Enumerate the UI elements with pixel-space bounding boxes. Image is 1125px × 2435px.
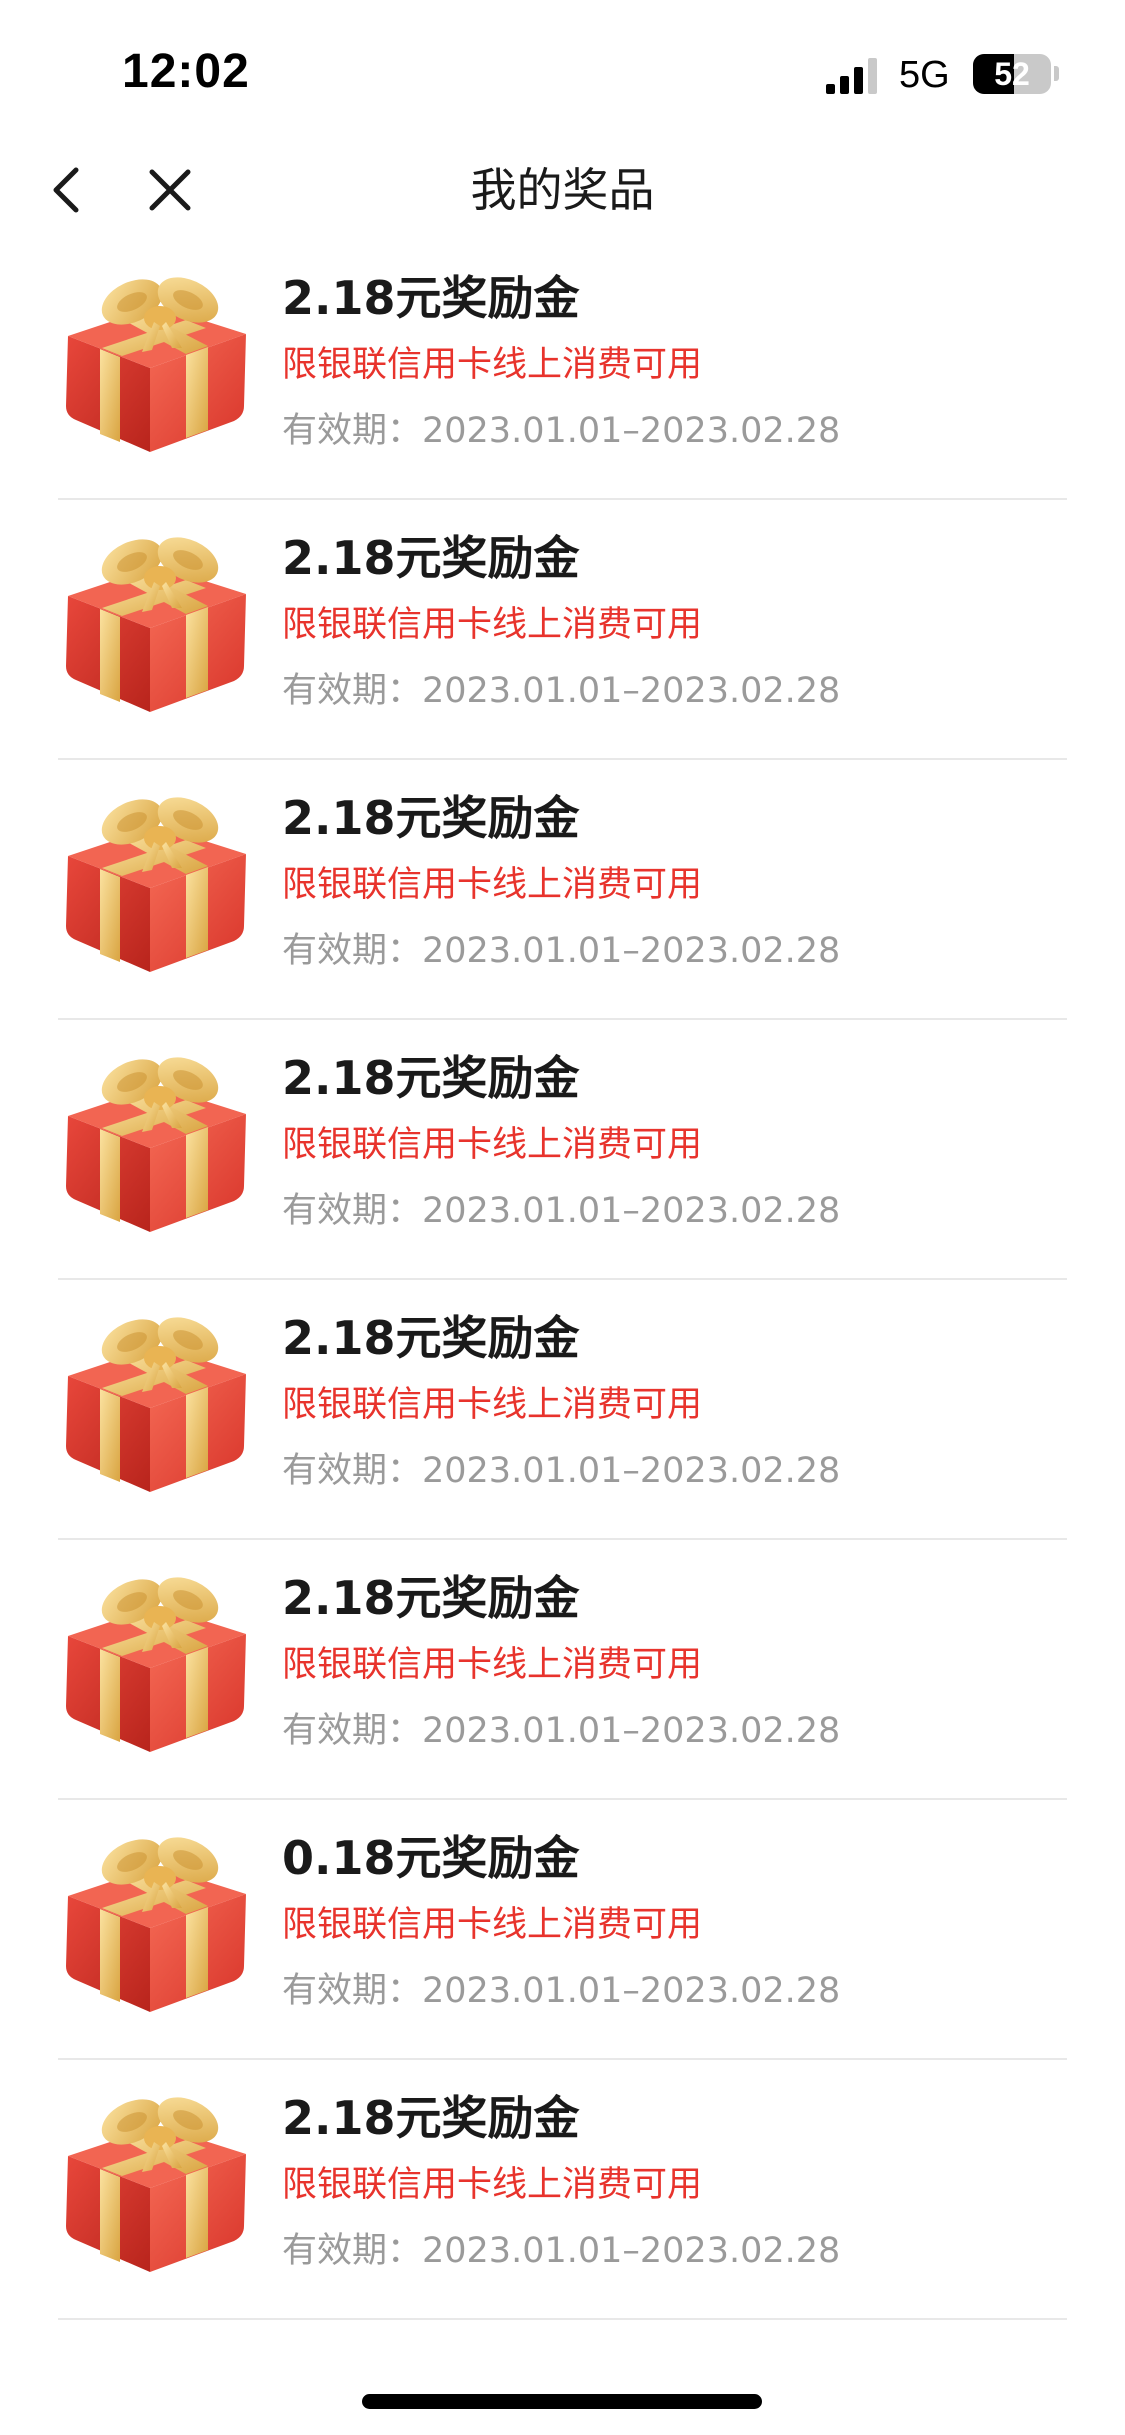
network-type-label: 5G xyxy=(899,54,950,96)
prize-validity-period: 有效期：2023.01.01–2023.02.28 xyxy=(282,411,841,451)
prize-item[interactable]: 2.18元奖励金 限银联信用卡线上消费可用 有效期：2023.01.01–202… xyxy=(58,240,1067,500)
prize-amount-title: 2.18元奖励金 xyxy=(282,271,580,325)
prize-usage-restriction: 限银联信用卡线上消费可用 xyxy=(282,1905,703,1945)
gift-box-icon xyxy=(66,1568,246,1752)
home-indicator[interactable] xyxy=(362,2394,762,2409)
gift-box-icon xyxy=(66,268,246,452)
close-icon xyxy=(149,169,191,211)
prize-validity-period: 有效期：2023.01.01–2023.02.28 xyxy=(282,931,841,971)
prize-amount-title: 2.18元奖励金 xyxy=(282,1311,580,1365)
prize-validity-period: 有效期：2023.01.01–2023.02.28 xyxy=(282,1711,841,1751)
prize-amount-title: 2.18元奖励金 xyxy=(282,791,580,845)
signal-bar xyxy=(854,67,863,94)
prize-amount-title: 2.18元奖励金 xyxy=(282,1051,580,1105)
prize-usage-restriction: 限银联信用卡线上消费可用 xyxy=(282,1385,703,1425)
prize-usage-restriction: 限银联信用卡线上消费可用 xyxy=(282,1125,703,1165)
prize-amount-title: 2.18元奖励金 xyxy=(282,1571,580,1625)
gift-box-icon xyxy=(66,788,246,972)
gift-box-icon xyxy=(66,1308,246,1492)
prize-usage-restriction: 限银联信用卡线上消费可用 xyxy=(282,2165,703,2205)
chevron-left-icon xyxy=(53,167,79,213)
prize-amount-title: 0.18元奖励金 xyxy=(282,1831,580,1885)
prize-usage-restriction: 限银联信用卡线上消费可用 xyxy=(282,345,703,385)
prize-validity-period: 有效期：2023.01.01–2023.02.28 xyxy=(282,1971,841,2011)
gift-box-icon xyxy=(66,2088,246,2272)
prize-item[interactable]: 0.18元奖励金 限银联信用卡线上消费可用 有效期：2023.01.01–202… xyxy=(58,1800,1067,2060)
prize-item[interactable]: 2.18元奖励金 限银联信用卡线上消费可用 有效期：2023.01.01–202… xyxy=(58,760,1067,1020)
signal-bar xyxy=(868,58,877,94)
prize-validity-period: 有效期：2023.01.01–2023.02.28 xyxy=(282,671,841,711)
close-button[interactable] xyxy=(142,162,198,218)
signal-bar xyxy=(840,76,849,94)
status-time: 12:02 xyxy=(122,45,250,98)
gift-box-icon xyxy=(66,1828,246,2012)
prize-item[interactable]: 2.18元奖励金 限银联信用卡线上消费可用 有效期：2023.01.01–202… xyxy=(58,1280,1067,1540)
signal-strength-icon xyxy=(826,58,877,94)
prize-validity-period: 有效期：2023.01.01–2023.02.28 xyxy=(282,1191,841,1231)
prize-usage-restriction: 限银联信用卡线上消费可用 xyxy=(282,865,703,905)
battery-level: 52 xyxy=(994,56,1030,92)
prize-amount-title: 2.18元奖励金 xyxy=(282,2091,580,2145)
back-button[interactable] xyxy=(40,162,96,218)
prize-item[interactable]: 2.18元奖励金 限银联信用卡线上消费可用 有效期：2023.01.01–202… xyxy=(58,1020,1067,1280)
prize-item[interactable]: 2.18元奖励金 限银联信用卡线上消费可用 有效期：2023.01.01–202… xyxy=(58,1540,1067,1800)
prize-item[interactable]: 2.18元奖励金 限银联信用卡线上消费可用 有效期：2023.01.01–202… xyxy=(58,500,1067,760)
prize-validity-period: 有效期：2023.01.01–2023.02.28 xyxy=(282,2231,841,2271)
status-bar: 12:02 5G 52 xyxy=(0,0,1125,140)
prize-usage-restriction: 限银联信用卡线上消费可用 xyxy=(282,1645,703,1685)
gift-box-icon xyxy=(66,1048,246,1232)
prize-usage-restriction: 限银联信用卡线上消费可用 xyxy=(282,605,703,645)
battery-icon: 52 xyxy=(973,54,1051,94)
prize-validity-period: 有效期：2023.01.01–2023.02.28 xyxy=(282,1451,841,1491)
prize-item[interactable]: 2.18元奖励金 限银联信用卡线上消费可用 有效期：2023.01.01–202… xyxy=(58,2060,1067,2320)
nav-bar: 我的奖品 xyxy=(0,140,1125,240)
signal-bar xyxy=(826,84,835,94)
prize-list: 2.18元奖励金 限银联信用卡线上消费可用 有效期：2023.01.01–202… xyxy=(0,240,1125,2320)
gift-box-icon xyxy=(66,528,246,712)
battery-cap xyxy=(1054,66,1059,81)
prize-amount-title: 2.18元奖励金 xyxy=(282,531,580,585)
